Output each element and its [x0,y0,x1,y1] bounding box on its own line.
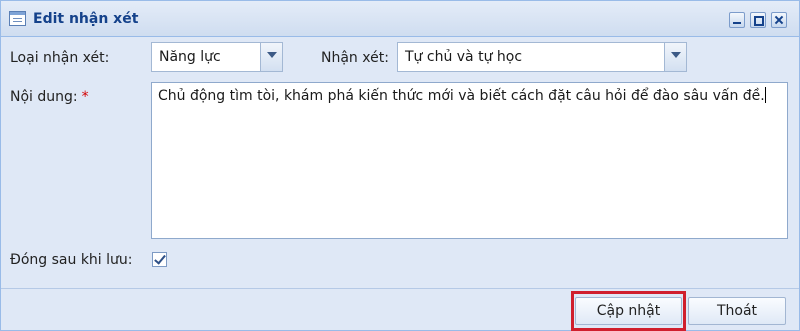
dialog-titlebar[interactable]: Edit nhận xét [1,1,799,37]
dong-sau-khi-luu-checkbox[interactable] [152,252,167,267]
edit-comment-dialog: Edit nhận xét Loại nhận xét: Năng lực Nh… [0,0,800,331]
loai-nhan-xet-value: Năng lực [159,49,221,65]
chevron-down-icon[interactable] [260,43,282,71]
update-button[interactable]: Cập nhật [575,297,682,325]
noi-dung-textarea[interactable]: Chủ động tìm tòi, khám phá kiến thức mới… [151,82,788,239]
window-icon [9,11,26,26]
dialog-title: Edit nhận xét [33,11,139,27]
exit-button[interactable]: Thoát [688,297,786,325]
minimize-icon[interactable] [729,12,745,28]
loai-nhan-xet-select[interactable]: Năng lực [151,42,283,72]
nhan-xet-label: Nhận xét: [321,50,389,66]
nhan-xet-select[interactable]: Tự chủ và tự học [397,42,687,72]
nhan-xet-value: Tự chủ và tự học [405,49,523,65]
noi-dung-label: Nội dung: * [10,89,89,105]
maximize-icon[interactable] [750,12,766,28]
noi-dung-text: Chủ động tìm tòi, khám phá kiến thức mới… [158,88,765,104]
loai-nhan-xet-label: Loại nhận xét: [10,50,110,66]
dong-sau-khi-luu-label: Đóng sau khi lưu: [10,252,133,268]
required-marker: * [81,89,89,105]
close-icon[interactable] [771,12,787,28]
text-caret [764,87,766,103]
chevron-down-icon[interactable] [664,43,686,71]
